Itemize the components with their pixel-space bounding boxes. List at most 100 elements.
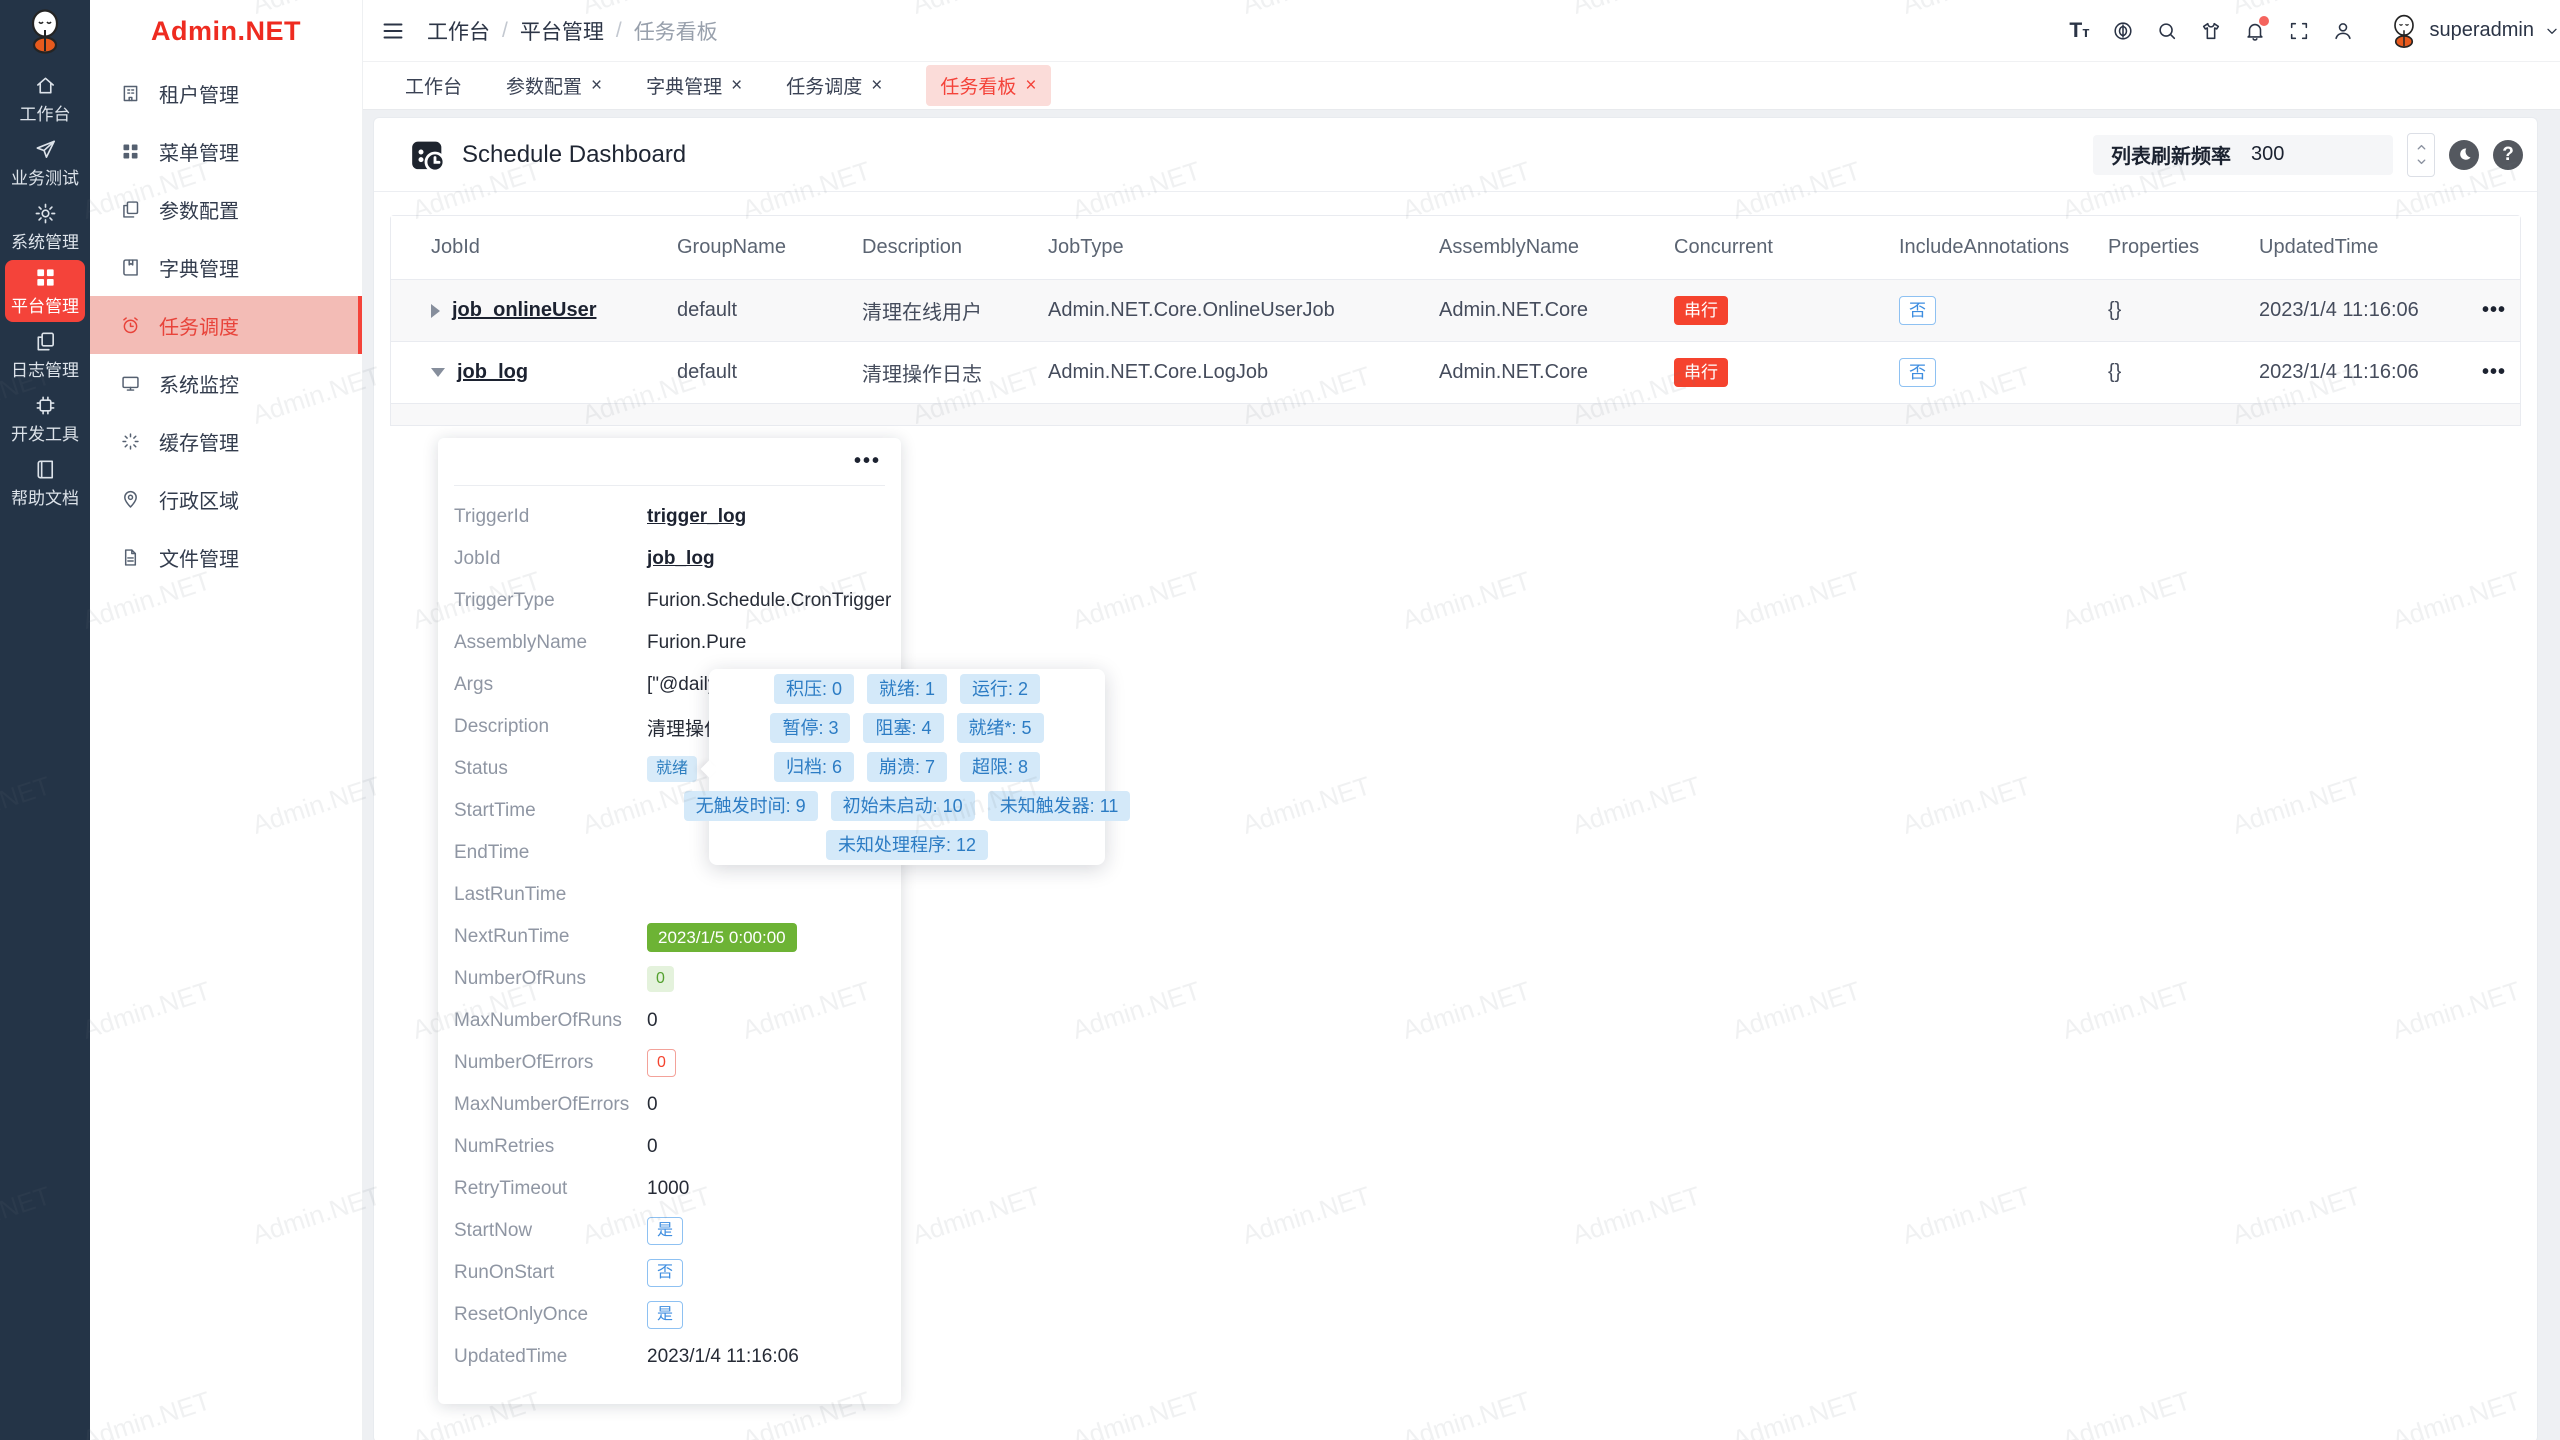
cell-updated-time: 2023/1/4 11:16:06 — [2259, 299, 2482, 322]
menu-item-label: 参数配置 — [159, 195, 239, 224]
tab-task-board[interactable]: 任务看板× — [926, 65, 1050, 106]
cell-description: 清理在线用户 — [862, 296, 1048, 325]
menu-item-dict-mgmt[interactable]: 字典管理 — [90, 238, 362, 296]
gear-icon — [34, 202, 57, 225]
detail-field-row: TriggerTypeFurion.Schedule.CronTrigger — [454, 580, 885, 622]
refresh-rate-stepper[interactable] — [2407, 133, 2435, 177]
job-id-link[interactable]: job_log — [457, 361, 528, 384]
chevron-down-icon — [2544, 23, 2560, 39]
refresh-rate-input[interactable]: 列表刷新频率 300 — [2093, 135, 2393, 175]
menu-item-tenant-mgmt[interactable]: 租户管理 — [90, 64, 362, 122]
language-icon — [2112, 20, 2134, 42]
font-size-button[interactable]: Tт — [2057, 9, 2101, 53]
send-icon — [34, 138, 57, 161]
sidebar-item-dev-tools[interactable]: 开发工具 — [5, 388, 85, 450]
detail-field-value[interactable]: job_log — [647, 548, 715, 569]
expand-row-icon[interactable] — [431, 304, 440, 318]
menu-item-label: 字典管理 — [159, 253, 239, 282]
file-icon — [120, 547, 141, 568]
status-legend-row: 未知处理程序: 12 — [719, 830, 1095, 860]
detail-actions-button[interactable]: ••• — [854, 450, 885, 473]
sidebar-item-label: 业务测试 — [11, 164, 79, 189]
breadcrumb-item[interactable]: 工作台 — [427, 16, 490, 46]
menu-collapse-icon[interactable] — [381, 19, 405, 43]
menu-item-file-mgmt[interactable]: 文件管理 — [90, 528, 362, 586]
close-icon[interactable]: × — [1025, 76, 1036, 95]
app-name: Admin.NET — [90, 0, 362, 62]
cell-assembly-name: Admin.NET.Core — [1439, 299, 1674, 322]
detail-field-row: NumberOfErrors0 — [454, 1042, 885, 1084]
close-icon[interactable]: × — [731, 76, 742, 95]
detail-field-label: RetryTimeout — [454, 1178, 647, 1200]
language-button[interactable] — [2101, 9, 2145, 53]
table-header-row: JobIdGroupNameDescriptionJobTypeAssembly… — [391, 216, 2520, 280]
moon-icon — [2456, 146, 2473, 163]
page-title-wrap: Schedule Dashboard — [408, 135, 686, 175]
menu-item-admin-region[interactable]: 行政区域 — [90, 470, 362, 528]
sidebar-item-workbench[interactable]: 工作台 — [5, 68, 85, 130]
top-header: 工作台/平台管理/任务看板 Tт superadmin — [363, 0, 2560, 62]
sidebar-item-help-docs[interactable]: 帮助文档 — [5, 452, 85, 514]
row-actions-button[interactable]: ••• — [2482, 299, 2506, 321]
user-button[interactable] — [2321, 9, 2365, 53]
cell-updated-time: 2023/1/4 11:16:06 — [2259, 361, 2482, 384]
user-menu[interactable]: superadmin — [2389, 13, 2560, 49]
status-legend-badge: 阻塞: 4 — [863, 713, 943, 743]
tab-workbench[interactable]: 工作台 — [405, 72, 462, 99]
chevron-up-icon — [2415, 141, 2428, 155]
detail-field-label: RunOnStart — [454, 1262, 647, 1284]
menu-item-cache-mgmt[interactable]: 缓存管理 — [90, 412, 362, 470]
breadcrumb-separator: / — [616, 19, 622, 43]
tab-param-config[interactable]: 参数配置× — [506, 72, 602, 99]
detail-field-row: NumRetries0 — [454, 1126, 885, 1168]
notification-bell-button[interactable] — [2233, 9, 2277, 53]
include-annotations-tag: 否 — [1899, 296, 1936, 325]
menu-item-task-schedule[interactable]: 任务调度 — [90, 296, 362, 354]
menu-item-label: 文件管理 — [159, 543, 239, 572]
tab-task-schedule[interactable]: 任务调度× — [786, 72, 882, 99]
close-icon[interactable]: × — [871, 76, 882, 95]
status-legend-badge: 运行: 2 — [960, 674, 1040, 704]
menu-grid-icon — [120, 141, 141, 162]
refresh-rate-value: 300 — [2251, 143, 2284, 166]
help-button[interactable]: ? — [2493, 140, 2523, 170]
table-row[interactable]: job_logdefault清理操作日志Admin.NET.Core.LogJo… — [391, 342, 2520, 404]
detail-field-row: StartNow是 — [454, 1210, 885, 1252]
column-header: JobId — [391, 236, 677, 259]
detail-field-value[interactable]: trigger_log — [647, 506, 746, 527]
sidebar-item-log-mgmt[interactable]: 日志管理 — [5, 324, 85, 386]
topbar-actions: Tт — [2057, 9, 2365, 53]
sidebar-item-platform-mgmt[interactable]: 平台管理 — [5, 260, 85, 322]
cell-properties: {} — [2108, 361, 2259, 384]
detail-field-value: 2023/1/4 11:16:06 — [647, 1346, 799, 1367]
table-row[interactable]: job_onlineUser default清理在线用户 Admin.NET.Cor… — [391, 280, 2520, 342]
close-icon[interactable]: × — [591, 76, 602, 95]
detail-field-row: AssemblyNameFurion.Pure — [454, 622, 885, 664]
sidebar-item-system-mgmt[interactable]: 系统管理 — [5, 196, 85, 258]
cell-group-name: default — [677, 299, 862, 322]
theme-button[interactable] — [2189, 9, 2233, 53]
detail-field-label: MaxNumberOfRuns — [454, 1010, 647, 1032]
question-icon: ? — [2502, 144, 2514, 166]
cell-properties: {} — [2108, 299, 2259, 322]
collapse-row-icon[interactable] — [431, 368, 445, 377]
detail-field-value: 是 — [647, 1301, 683, 1329]
row-actions-button[interactable]: ••• — [2482, 361, 2506, 383]
menu-item-param-config[interactable]: 参数配置 — [90, 180, 362, 238]
menu-item-system-monitor[interactable]: 系统监控 — [90, 354, 362, 412]
fullscreen-button[interactable] — [2277, 9, 2321, 53]
sidebar-item-business-test[interactable]: 业务测试 — [5, 132, 85, 194]
menu-item-label: 任务调度 — [159, 311, 239, 340]
breadcrumb-item[interactable]: 平台管理 — [520, 16, 604, 46]
tab-dict-mgmt[interactable]: 字典管理× — [646, 72, 742, 99]
job-id-link[interactable]: job_onlineUser — [452, 299, 596, 322]
app-logo[interactable] — [0, 0, 90, 62]
dictionary-icon — [120, 257, 141, 278]
menu-item-menu-mgmt[interactable]: 菜单管理 — [90, 122, 362, 180]
dark-mode-button[interactable] — [2449, 140, 2479, 170]
detail-field-label: TriggerType — [454, 590, 647, 612]
column-header: JobType — [1048, 236, 1439, 259]
chip-icon — [34, 394, 57, 417]
status-legend-row: 无触发时间: 9初始未启动: 10未知触发器: 11 — [719, 791, 1095, 821]
search-button[interactable] — [2145, 9, 2189, 53]
